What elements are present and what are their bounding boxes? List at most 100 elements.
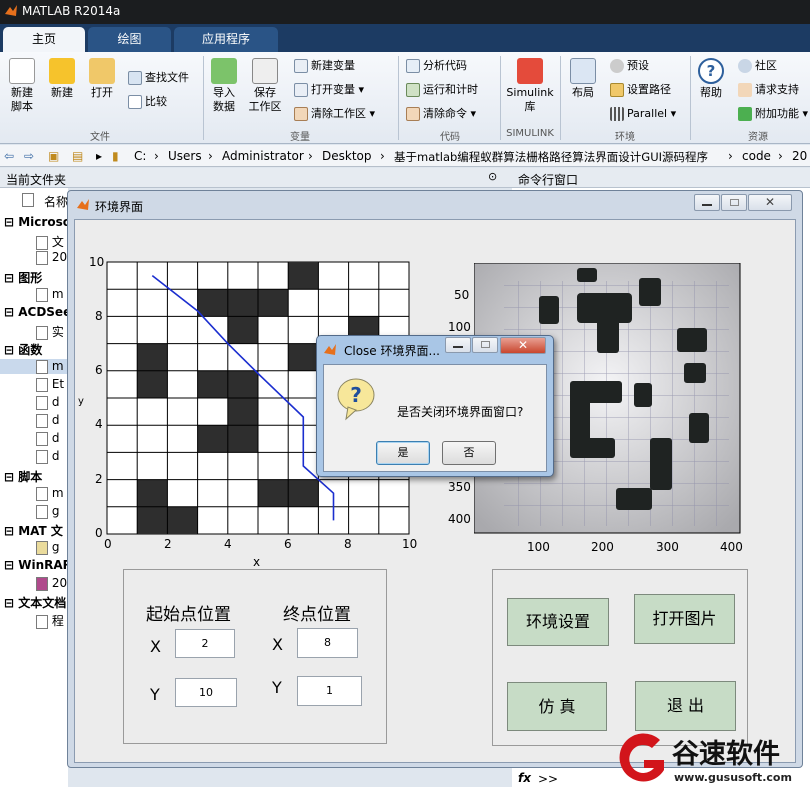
layout-icon [570, 58, 596, 84]
breadcrumb-item[interactable]: 20 [792, 149, 807, 163]
open-variable-icon [294, 83, 308, 97]
panel-menu-chevron-icon[interactable]: ⊙ [488, 170, 497, 183]
back-arrow-icon[interactable]: ⇦ [4, 149, 14, 163]
tree-group[interactable]: ⊟ 文本文档 [4, 594, 66, 611]
dialog-no-button[interactable]: 否 [442, 441, 496, 465]
simulate-button[interactable]: 仿 真 [507, 682, 607, 731]
end-x-input[interactable]: 8 [297, 628, 358, 658]
env-setup-button[interactable]: 环境设置 [507, 598, 609, 646]
tree-group[interactable]: ⊟ ACDSee [4, 305, 71, 319]
tree-item[interactable]: d [36, 413, 59, 428]
addons-button[interactable]: 附加功能 ▾ [738, 105, 808, 123]
help-button[interactable]: ? 帮助 [694, 58, 728, 100]
figure-titlebar: 环境界面 ✕ [68, 191, 802, 219]
minimize-button[interactable] [694, 194, 720, 211]
compare-button[interactable]: 比较 [128, 93, 167, 111]
exit-button[interactable]: 退 出 [635, 681, 736, 731]
close-button[interactable]: ✕ [748, 194, 792, 211]
dialog-message: 是否关闭环境界面窗口? [397, 405, 524, 419]
open-image-button[interactable]: 打开图片 [634, 594, 735, 644]
run-and-time-button[interactable]: 运行和计时 [406, 81, 478, 99]
tree-item[interactable]: g [36, 540, 59, 555]
analyze-code-button[interactable]: 分析代码 [406, 57, 467, 75]
start-x-input[interactable]: 2 [175, 629, 235, 658]
new-variable-button[interactable]: 新建变量 [294, 57, 355, 75]
new-script-icon [9, 58, 35, 84]
tree-item[interactable]: m [36, 287, 64, 302]
tree-item-label: d [51, 395, 60, 409]
up-folder-icon[interactable]: ▣ [48, 149, 59, 163]
set-path-button[interactable]: 设置路径 [610, 81, 671, 99]
tree-group[interactable]: ⊟ MAT 文 [4, 522, 63, 539]
current-folder-header: 当前文件夹 ⊙ [0, 168, 512, 188]
tree-item-label: 20 [51, 576, 68, 590]
name-column-header[interactable]: 名称 [44, 193, 68, 210]
tree-item[interactable]: 文 [36, 233, 64, 250]
watermark-brand: 谷速软件 [672, 739, 780, 770]
tree-group[interactable]: ⊟ Microso [4, 215, 71, 229]
tab-plots[interactable]: 绘图 [88, 27, 171, 52]
find-files-button[interactable]: 查找文件 [128, 69, 189, 87]
new-button[interactable]: 新建 [46, 58, 78, 100]
tree-group-label: 文本文档 [18, 596, 67, 610]
breadcrumb-item[interactable]: Administrator [222, 149, 304, 163]
tree-item[interactable]: 20 [36, 576, 67, 591]
file-icon [36, 359, 48, 374]
obstacle-cell [288, 262, 319, 290]
tab-apps[interactable]: 应用程序 [174, 27, 278, 52]
tree-group[interactable]: ⊟ WinRAR [4, 558, 72, 572]
tree-item-selected[interactable]: m [0, 359, 68, 374]
obstacle-cell [167, 506, 198, 534]
tree-item[interactable]: 程 [36, 612, 64, 629]
start-y-input[interactable]: 10 [175, 678, 237, 707]
open-button[interactable]: 打开 [86, 58, 118, 100]
community-button[interactable]: 社区 [738, 57, 777, 75]
tree-item[interactable]: d [36, 395, 59, 410]
tree-item[interactable]: d [36, 449, 59, 464]
tree-group[interactable]: ⊟ 图形 [4, 269, 42, 286]
dialog-maximize-button[interactable] [472, 337, 498, 353]
dialog-minimize-button[interactable] [445, 337, 471, 353]
browse-folder-icon[interactable]: ▤ [72, 149, 83, 163]
parallel-icon [610, 107, 624, 121]
tree-item[interactable]: m [36, 486, 64, 501]
maximize-button[interactable] [721, 194, 747, 211]
breadcrumb-item[interactable]: Users [168, 149, 202, 163]
preferences-button[interactable]: 预设 [610, 57, 649, 75]
obstacle-cell [288, 343, 319, 371]
tree-item[interactable]: d [36, 431, 59, 446]
tab-home[interactable]: 主页 [3, 27, 85, 52]
x-tick-label: 0 [104, 537, 112, 551]
breadcrumb-item[interactable]: 基于matlab编程蚁群算法栅格路径算法界面设计GUI源码程序 [394, 149, 708, 165]
simulink-library-button[interactable]: Simulink 库 [504, 58, 556, 114]
dialog-close-button[interactable]: ✕ [500, 337, 546, 354]
file-icon [36, 431, 48, 446]
save-workspace-button[interactable]: 保存 工作区 [246, 58, 284, 114]
x-tick-label: 10 [402, 537, 418, 551]
open-variable-button[interactable]: 打开变量 ▾ [294, 81, 364, 99]
clear-commands-button[interactable]: 清除命令 ▾ [406, 105, 476, 123]
tree-group[interactable]: ⊟ 函数 [4, 341, 42, 358]
tree-item[interactable]: 20 [36, 250, 67, 265]
obstacle-cell [137, 370, 168, 398]
end-y-input[interactable]: 1 [297, 676, 362, 706]
forward-arrow-icon[interactable]: ⇨ [24, 149, 34, 163]
minimize-icon [702, 204, 712, 206]
breadcrumb-item[interactable]: code [742, 149, 771, 163]
x-tick-label: 8 [344, 537, 352, 551]
tree-group[interactable]: ⊟ 脚本 [4, 468, 42, 485]
breadcrumb-item[interactable]: C: [134, 149, 146, 163]
new-script-button[interactable]: 新建 脚本 [4, 58, 40, 114]
address-bar: ⇦ ⇨ ▣ ▤ ▸ ▮ C: › Users › Administrator ›… [0, 145, 810, 167]
tree-item[interactable]: g [36, 504, 59, 519]
import-data-button[interactable]: 导入 数据 [206, 58, 242, 114]
group-variable-label: 变量 [290, 132, 310, 143]
request-support-button[interactable]: 请求支持 [738, 81, 799, 99]
layout-button[interactable]: 布局 [566, 58, 600, 100]
tree-item[interactable]: Et [36, 377, 64, 392]
tree-item[interactable]: 实 [36, 323, 64, 340]
parallel-button[interactable]: Parallel ▾ [610, 105, 676, 123]
breadcrumb-item[interactable]: Desktop [322, 149, 372, 163]
dialog-yes-button[interactable]: 是 [376, 441, 430, 465]
clear-workspace-button[interactable]: 清除工作区 ▾ [294, 105, 375, 123]
